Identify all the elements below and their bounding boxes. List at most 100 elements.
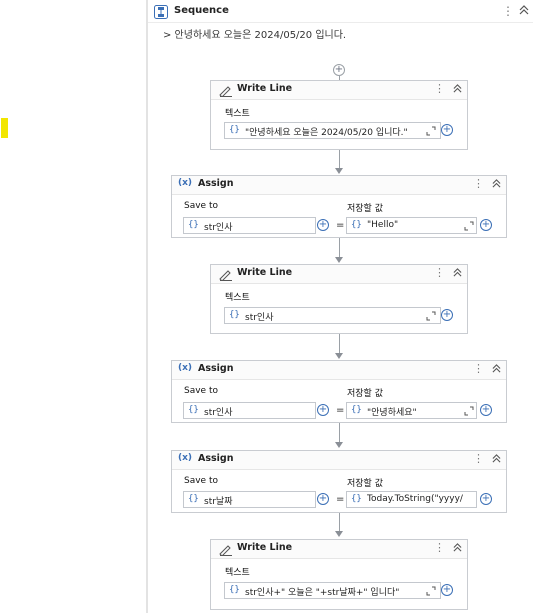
more-icon[interactable]: ⋮	[434, 82, 445, 95]
activity-write-line[interactable]: Write Line ⋮ 텍스트 {} str인사+" 오늘은 "+str날짜+…	[210, 539, 468, 610]
add-variable-button[interactable]: +	[317, 493, 329, 505]
text-field[interactable]: {} str인사	[224, 307, 441, 324]
save-to-value: str인사	[204, 408, 233, 418]
activity-title: Write Line	[237, 83, 293, 94]
expression-icon: {}	[188, 494, 199, 504]
activity-title: Write Line	[237, 542, 293, 553]
collapse-icon[interactable]	[492, 364, 501, 376]
equals-sign: =	[336, 220, 345, 231]
sequence-more-icon[interactable]: ⋮	[502, 4, 514, 18]
connector-arrow	[335, 168, 343, 174]
value-label: 저장할 값	[347, 204, 383, 214]
save-to-label: Save to	[184, 476, 218, 486]
write-line-icon	[219, 86, 232, 97]
expression-icon: {}	[351, 405, 362, 415]
collapse-icon[interactable]	[492, 179, 501, 191]
expression-icon: {}	[229, 585, 240, 595]
activity-write-line[interactable]: Write Line ⋮ 텍스트 {} "안녕하세요 오늘은 2024/05/2…	[210, 80, 468, 150]
add-variable-button[interactable]: +	[317, 404, 329, 416]
connector-line	[339, 238, 340, 258]
log-output: > 안녕하세요 오늘은 2024/05/20 입니다.	[163, 30, 347, 41]
connector-line	[339, 334, 340, 354]
add-variable-button[interactable]: +	[441, 124, 453, 136]
field-label: 텍스트	[225, 568, 250, 578]
more-icon[interactable]: ⋮	[473, 452, 484, 465]
expand-icon[interactable]	[464, 221, 474, 231]
assign-icon: (x)	[178, 363, 193, 373]
save-to-value: str날짜	[204, 497, 233, 507]
expression-icon: {}	[351, 220, 362, 230]
add-value-button[interactable]: +	[480, 404, 492, 416]
more-icon[interactable]: ⋮	[434, 541, 445, 554]
assign-icon: (x)	[178, 453, 193, 463]
collapse-icon[interactable]	[453, 268, 462, 280]
activity-assign[interactable]: (x) Assign ⋮ Save to 저장할 값 {} str날짜 + = …	[171, 450, 507, 513]
sequence-collapse-icon[interactable]	[519, 5, 529, 18]
expression-icon: {}	[229, 125, 240, 135]
connector-line	[339, 423, 340, 443]
canvas-left-border	[146, 0, 148, 613]
value-text: "Hello"	[367, 220, 399, 230]
add-activity-icon[interactable]: +	[333, 64, 345, 76]
text-field[interactable]: {} str인사+" 오늘은 "+str날짜+" 입니다"	[224, 582, 441, 599]
activity-assign[interactable]: (x) Assign ⋮ Save to 저장할 값 {} str인사 + = …	[171, 175, 507, 238]
add-variable-button[interactable]: +	[441, 309, 453, 321]
text-field-value: str인사	[245, 313, 274, 323]
activity-write-line[interactable]: Write Line ⋮ 텍스트 {} str인사 +	[210, 264, 468, 334]
add-value-button[interactable]: +	[480, 493, 492, 505]
value-field[interactable]: {} "안녕하세요"	[346, 402, 477, 419]
more-icon[interactable]: ⋮	[473, 362, 484, 375]
save-to-label: Save to	[184, 386, 218, 396]
collapse-icon[interactable]	[453, 84, 462, 96]
write-line-icon	[219, 270, 232, 281]
yellow-marker	[1, 118, 8, 138]
save-to-field[interactable]: {} str인사	[183, 402, 316, 419]
connector-line	[339, 150, 340, 170]
connector-arrow	[335, 353, 343, 359]
expand-icon[interactable]	[426, 586, 436, 596]
expand-icon[interactable]	[464, 406, 474, 416]
expression-icon: {}	[188, 220, 199, 230]
activity-title: Write Line	[237, 267, 293, 278]
sequence-title: Sequence	[174, 5, 229, 16]
connector-arrow	[335, 257, 343, 263]
value-text: Today.ToString("yyyy/	[367, 494, 463, 504]
add-variable-button[interactable]: +	[317, 219, 329, 231]
collapse-icon[interactable]	[492, 454, 501, 466]
connector-arrow	[335, 442, 343, 448]
activity-header: Write Line ⋮	[211, 265, 467, 284]
connector-line	[339, 513, 340, 532]
expand-icon[interactable]	[426, 311, 436, 321]
field-label: 텍스트	[225, 109, 250, 119]
value-text: "안녕하세요"	[367, 408, 417, 418]
activity-assign[interactable]: (x) Assign ⋮ Save to 저장할 값 {} str인사 + = …	[171, 360, 507, 423]
activity-title: Assign	[198, 178, 234, 189]
more-icon[interactable]: ⋮	[434, 266, 445, 279]
equals-sign: =	[336, 494, 345, 505]
sequence-icon	[154, 5, 168, 19]
activity-header: (x) Assign ⋮	[172, 176, 506, 195]
text-field-value: str인사+" 오늘은 "+str날짜+" 입니다"	[245, 588, 400, 598]
collapse-icon[interactable]	[453, 543, 462, 555]
more-icon[interactable]: ⋮	[473, 177, 484, 190]
activity-header: (x) Assign ⋮	[172, 451, 506, 470]
save-to-value: str인사	[204, 223, 233, 233]
expression-icon: {}	[188, 405, 199, 415]
expression-icon: {}	[229, 310, 240, 320]
activity-title: Assign	[198, 363, 234, 374]
text-field-value: "안녕하세요 오늘은 2024/05/20 입니다."	[245, 128, 408, 138]
add-value-button[interactable]: +	[480, 219, 492, 231]
connector-arrow	[335, 531, 343, 537]
add-variable-button[interactable]: +	[441, 584, 453, 596]
save-to-field[interactable]: {} str인사	[183, 217, 316, 234]
save-to-label: Save to	[184, 201, 218, 211]
write-line-icon	[219, 545, 232, 556]
value-field[interactable]: {} "Hello"	[346, 217, 477, 234]
expand-icon[interactable]	[426, 126, 436, 136]
value-label: 저장할 값	[347, 389, 383, 399]
text-field[interactable]: {} "안녕하세요 오늘은 2024/05/20 입니다."	[224, 122, 441, 139]
save-to-field[interactable]: {} str날짜	[183, 491, 316, 508]
activity-header: Write Line ⋮	[211, 540, 467, 559]
activity-header: (x) Assign ⋮	[172, 361, 506, 380]
value-field[interactable]: {} Today.ToString("yyyy/	[346, 491, 477, 508]
